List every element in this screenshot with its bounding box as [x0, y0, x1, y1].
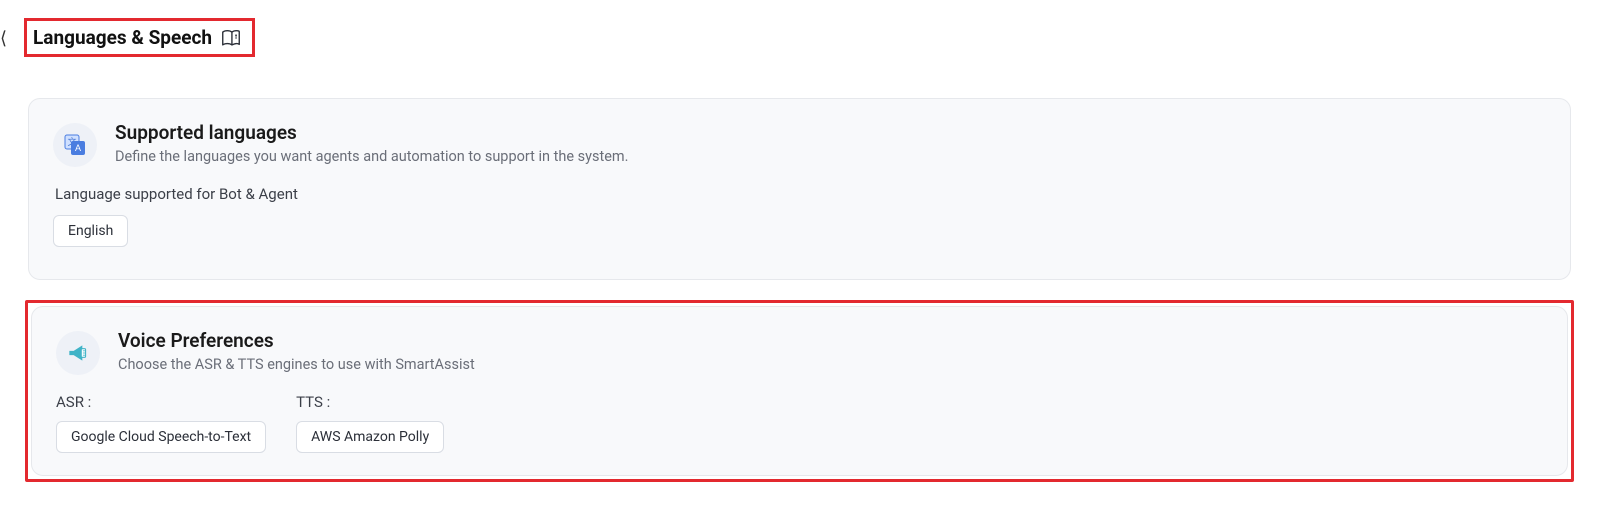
supported-languages-description: Define the languages you want agents and… [115, 148, 628, 165]
supported-languages-title: Supported languages [115, 121, 628, 144]
tts-value-chip[interactable]: AWS Amazon Polly [296, 421, 444, 453]
back-chevron-fragment: ⟨ [0, 28, 7, 49]
megaphone-icon [56, 331, 100, 375]
card-title-block: Voice Preferences Choose the ASR & TTS e… [118, 329, 475, 373]
tts-group: TTS : AWS Amazon Polly [296, 393, 444, 453]
voice-preferences-description: Choose the ASR & TTS engines to use with… [118, 356, 475, 373]
translate-icon: 文 A [53, 123, 97, 167]
asr-label: ASR : [56, 393, 266, 411]
asr-group: ASR : Google Cloud Speech-to-Text [56, 393, 266, 453]
voice-preferences-card: Voice Preferences Choose the ASR & TTS e… [31, 306, 1568, 476]
card-header: Voice Preferences Choose the ASR & TTS e… [56, 329, 1543, 375]
page-header: Languages & Speech [24, 18, 255, 57]
voice-preferences-title: Voice Preferences [118, 329, 475, 352]
asr-value-chip[interactable]: Google Cloud Speech-to-Text [56, 421, 266, 453]
voice-settings-row: ASR : Google Cloud Speech-to-Text TTS : … [56, 393, 1543, 453]
svg-text:A: A [75, 143, 81, 153]
voice-preferences-highlight: Voice Preferences Choose the ASR & TTS e… [25, 300, 1574, 482]
language-chip-row: English [53, 215, 1546, 247]
language-chip-english[interactable]: English [53, 215, 128, 247]
card-header: 文 A Supported languages Define the langu… [53, 121, 1546, 167]
tts-label: TTS : [296, 393, 444, 411]
supported-language-subheading: Language supported for Bot & Agent [55, 185, 1546, 203]
page-title: Languages & Speech [33, 26, 212, 49]
supported-languages-card: 文 A Supported languages Define the langu… [28, 98, 1571, 280]
card-title-block: Supported languages Define the languages… [115, 121, 628, 165]
book-icon [220, 27, 242, 49]
